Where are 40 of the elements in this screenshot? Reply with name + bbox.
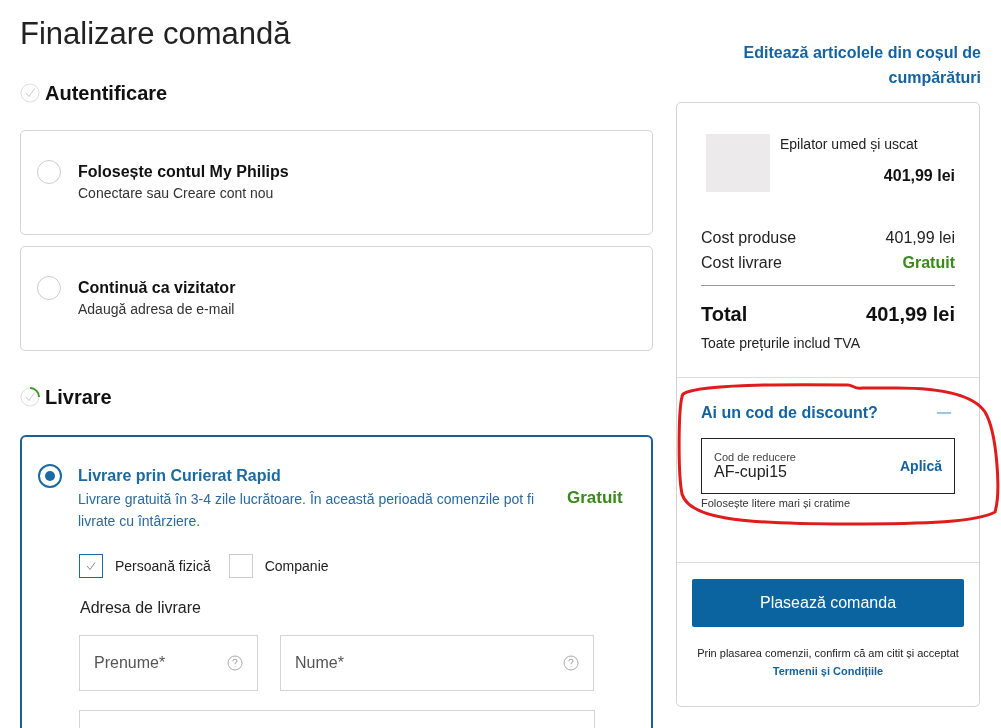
discount-toggle[interactable]: Ai un cod de discount? (701, 404, 878, 422)
terms-link[interactable]: Termenii și Condițiile (772, 665, 884, 677)
cost-label: Cost produse (701, 228, 797, 248)
cost-value: Gratuit (902, 253, 955, 273)
place-order-button[interactable]: Plasează comanda (692, 579, 964, 627)
product-name: Epilator umed și uscat (780, 135, 919, 154)
step-heading: Autentificare (45, 81, 168, 106)
shipping-description: Livrare gratuită în 3-4 zile lucrătoare. În această perioadă comenzile pot fi livrate cu întârziere. (78, 490, 536, 531)
help-icon[interactable] (563, 655, 579, 671)
cost-value: 401,99 lei (885, 228, 955, 248)
terms-text: Prin plasarea comenzii, confirm că am citit și acceptat Termenii și Condițiile (696, 646, 960, 679)
login-option-card[interactable]: Continuă ca vizitator Adaugă adresa de e-mail (20, 246, 653, 351)
apply-button[interactable]: Aplică (900, 458, 942, 474)
check-icon (85, 560, 97, 572)
total-value: 401,99 lei (866, 302, 955, 327)
total-label: Total (701, 302, 748, 327)
radio-button[interactable] (38, 464, 62, 488)
checkbox[interactable] (79, 554, 103, 578)
vat-note: Toate prețurile includ TVA (701, 335, 861, 351)
shipping-title: Livrare prin Curierat Rapid (78, 466, 282, 486)
checkbox-label: Persoană fizică (115, 558, 211, 574)
checkbox-label: Companie (264, 558, 329, 574)
option-subtitle: Conectare sau Creare cont nou (78, 184, 275, 203)
option-title: Folosește contul My Philips (78, 162, 289, 182)
login-option-card[interactable]: Folosește contul My Philips Conectare sau Creare cont nou (20, 130, 653, 235)
edit-cart-link[interactable]: Editează articolele din coșul de cumpărături (676, 40, 981, 90)
product-price: 401,99 lei (882, 167, 955, 185)
option-title: Continuă ca vizitator (78, 278, 236, 298)
discount-code-field[interactable]: Cod de reducere AF-cupi15 Aplică (701, 438, 955, 494)
step-heading: Livrare (45, 385, 112, 410)
shipping-price: Gratuit (567, 488, 623, 508)
input-field[interactable]: Prenume* (79, 635, 258, 691)
help-icon[interactable] (227, 655, 243, 671)
cost-label: Cost livrare (701, 253, 782, 273)
shipping-option-card[interactable]: Livrare prin Curierat Rapid Livrare gratuită în 3-4 zile lucrătoare. În această perioadă comenzile pot fi livrate cu întârziere. Gratuit Persoană fizică Companie Adresa de livrare Prenume* Nume* (20, 435, 653, 728)
option-subtitle: Adaugă adresa de e-mail (78, 300, 236, 319)
section-heading: Adresa de livrare (80, 598, 202, 618)
page-title: Finalizare comandă (20, 15, 292, 53)
input-field[interactable]: Nume* (280, 635, 594, 691)
field-hint: Folosește litere mari și cratime (701, 497, 852, 509)
